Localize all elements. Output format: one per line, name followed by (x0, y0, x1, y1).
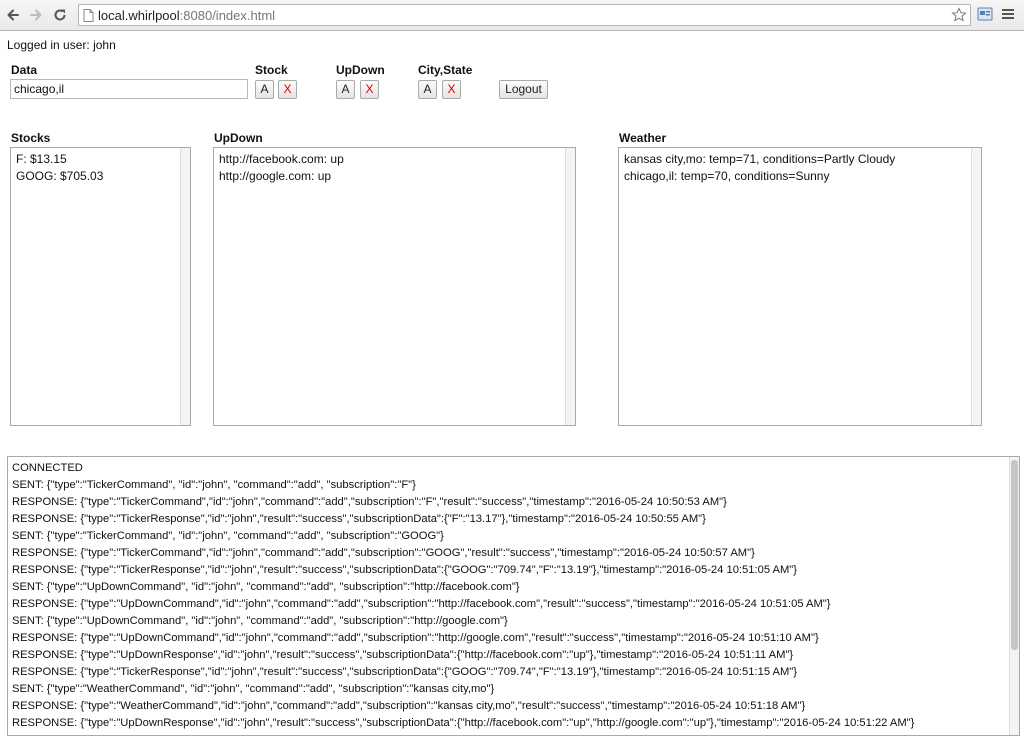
updown-scrollbar[interactable] (565, 148, 575, 425)
url-text: local.whirlpool:8080/index.html (98, 8, 275, 23)
weather-item: chicago,il: temp=70, conditions=Sunny (624, 169, 830, 183)
stocks-panel[interactable]: F: $13.15 GOOG: $705.03 (10, 147, 191, 426)
weather-title: Weather (619, 131, 667, 145)
log-line: RESPONSE: {"type":"UpDownCommand","id":"… (12, 632, 819, 644)
hamburger-menu-icon[interactable] (1001, 7, 1015, 24)
citystate-add-button[interactable]: A (418, 80, 437, 99)
updown-item: http://facebook.com: up (219, 152, 344, 166)
stock-add-button[interactable]: A (255, 80, 274, 99)
star-icon[interactable] (951, 7, 967, 26)
updown-label: UpDown (336, 63, 385, 77)
updown-panel[interactable]: http://facebook.com: up http://google.co… (213, 147, 576, 426)
citystate-remove-button[interactable]: X (442, 80, 461, 99)
extension-icon[interactable] (977, 6, 993, 25)
log-line: RESPONSE: {"type":"UpDownResponse","id":… (12, 649, 794, 661)
log-scrollbar[interactable] (1009, 457, 1019, 735)
address-bar[interactable]: local.whirlpool:8080/index.html (78, 4, 971, 26)
logged-in-user-text: Logged in user: john (7, 38, 116, 52)
log-line: RESPONSE: {"type":"TickerResponse","id":… (12, 513, 706, 525)
log-line: RESPONSE: {"type":"WeatherCommand","id":… (12, 700, 806, 712)
stock-item: GOOG: $705.03 (16, 169, 104, 183)
browser-toolbar: local.whirlpool:8080/index.html (0, 0, 1024, 31)
weather-item: kansas city,mo: temp=71, conditions=Part… (624, 152, 896, 166)
data-input[interactable] (10, 79, 248, 99)
updown-item: http://google.com: up (219, 169, 332, 183)
url-host: local.whirlpool (98, 8, 180, 23)
log-line: CONNECTED (12, 462, 83, 474)
log-scrollbar-thumb[interactable] (1011, 460, 1018, 650)
updown-add-button[interactable]: A (336, 80, 355, 99)
log-line: SENT: {"type":"UpDownCommand", "id":"joh… (12, 615, 508, 627)
log-line: SENT: {"type":"UpDownCommand", "id":"joh… (12, 581, 520, 593)
page-icon (83, 9, 94, 25)
back-arrow-icon[interactable] (3, 5, 23, 25)
url-path: :8080/index.html (179, 8, 276, 23)
weather-panel[interactable]: kansas city,mo: temp=71, conditions=Part… (618, 147, 982, 426)
log-line: RESPONSE: {"type":"TickerCommand","id":"… (12, 496, 727, 508)
message-log[interactable]: CONNECTED SENT: {"type":"TickerCommand",… (7, 456, 1020, 736)
log-line: SENT: {"type":"TickerCommand", "id":"joh… (12, 479, 416, 491)
data-label: Data (11, 63, 38, 77)
stock-remove-button[interactable]: X (278, 80, 297, 99)
stocks-title: Stocks (11, 131, 51, 145)
log-line: RESPONSE: {"type":"UpDownResponse","id":… (12, 717, 915, 729)
weather-scrollbar[interactable] (971, 148, 981, 425)
updown-title: UpDown (214, 131, 263, 145)
updown-remove-button[interactable]: X (360, 80, 379, 99)
log-line: RESPONSE: {"type":"TickerResponse","id":… (12, 666, 798, 678)
stock-item: F: $13.15 (16, 152, 67, 166)
log-line: SENT: {"type":"TickerCommand", "id":"joh… (12, 530, 444, 542)
reload-icon[interactable] (50, 5, 70, 25)
stock-label: Stock (255, 63, 288, 77)
log-line: RESPONSE: {"type":"TickerResponse","id":… (12, 564, 798, 576)
log-line: RESPONSE: {"type":"TickerCommand","id":"… (12, 547, 755, 559)
forward-arrow-icon[interactable] (26, 5, 46, 25)
log-line: RESPONSE: {"type":"UpDownCommand","id":"… (12, 598, 831, 610)
stocks-scrollbar[interactable] (180, 148, 190, 425)
logout-button[interactable]: Logout (499, 80, 548, 99)
log-line: SENT: {"type":"WeatherCommand", "id":"jo… (12, 683, 495, 695)
citystate-label: City,State (418, 63, 473, 77)
